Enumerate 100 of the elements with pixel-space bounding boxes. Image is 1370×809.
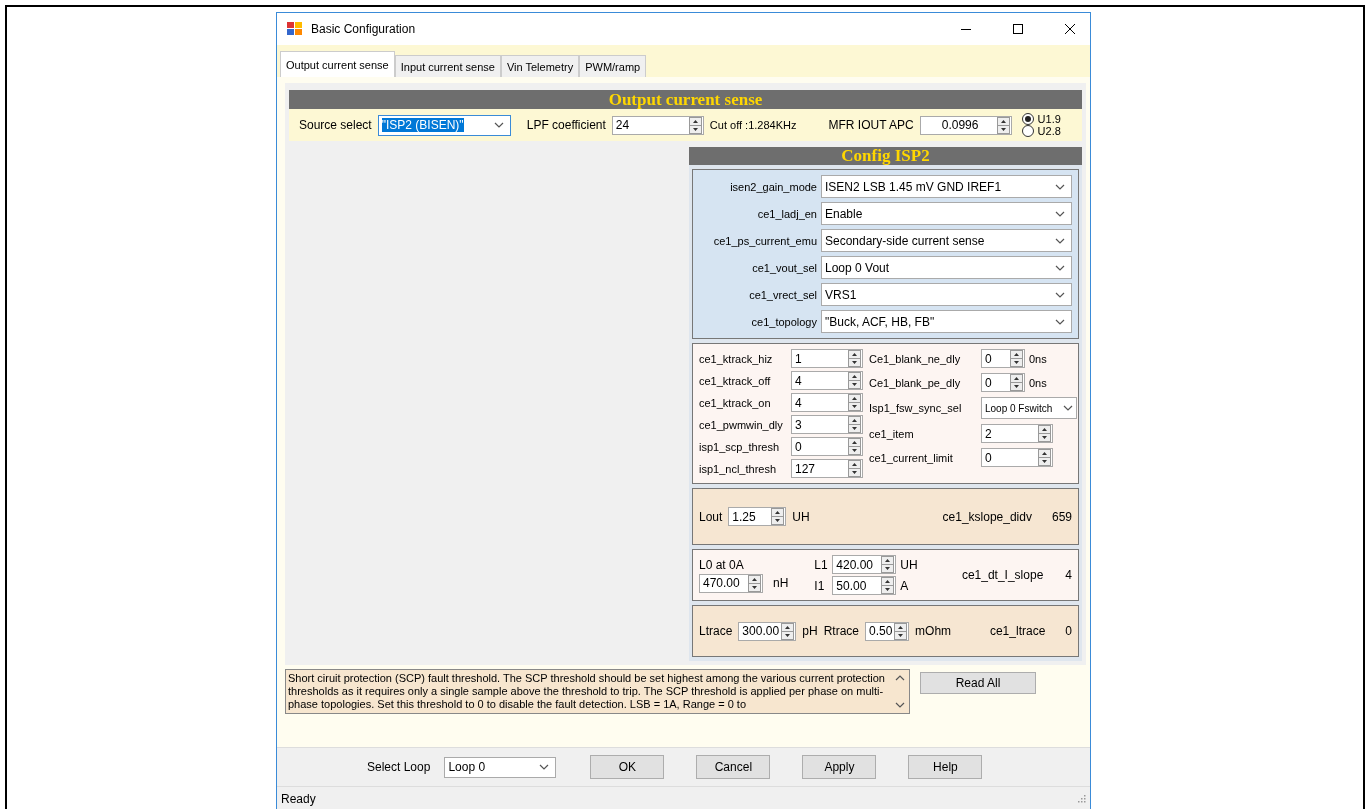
close-icon[interactable] bbox=[1064, 23, 1076, 35]
caret-icon bbox=[539, 764, 550, 770]
tab[interactable]: Input current sense bbox=[394, 55, 501, 77]
radio-option[interactable]: U2.8 bbox=[1021, 125, 1061, 137]
mfr-spin-field[interactable]: 0.0996 bbox=[919, 115, 1012, 135]
caret-icon bbox=[1063, 405, 1073, 411]
spin-field[interactable]: 0 bbox=[791, 437, 863, 456]
spin-arrows-icon[interactable] bbox=[894, 622, 908, 640]
resize-grip-icon[interactable] bbox=[1078, 795, 1086, 803]
result-value: 0 bbox=[1065, 624, 1072, 638]
spin-arrows-icon[interactable] bbox=[688, 116, 702, 134]
field-label: I1 bbox=[814, 578, 826, 593]
field-label: ce1_ktrack_on bbox=[699, 396, 772, 409]
caret-icon bbox=[1055, 318, 1065, 325]
tab[interactable]: Output current sense bbox=[280, 51, 395, 77]
spin-field[interactable]: 50.00 bbox=[832, 576, 897, 595]
status-text: Ready bbox=[281, 792, 316, 806]
field-label: isp1_scp_thresh bbox=[699, 440, 781, 453]
spin-field[interactable]: 0 bbox=[981, 349, 1025, 368]
spin-arrows-icon[interactable] bbox=[848, 372, 861, 389]
spin-field[interactable]: 1 bbox=[791, 349, 863, 368]
spin-field[interactable]: 127 bbox=[791, 459, 863, 478]
field-label: ce1_item bbox=[869, 427, 915, 440]
field-label: Ltrace bbox=[699, 624, 733, 638]
result-label: ce1_dt_I_slope bbox=[961, 568, 1044, 582]
dropdown[interactable]: VRS1 bbox=[821, 283, 1072, 306]
result-label: ce1_kslope_didv bbox=[942, 509, 1032, 524]
source-dropdown[interactable]: "ISP2 (BISEN)" bbox=[377, 114, 511, 136]
field-label: Isp1_fsw_sync_sel bbox=[869, 402, 963, 414]
unit-label: pH bbox=[802, 624, 818, 638]
spin-arrows-icon[interactable] bbox=[848, 350, 861, 367]
spin-arrows-icon[interactable] bbox=[1010, 374, 1023, 391]
dropdown[interactable]: Secondary-side current sense bbox=[821, 229, 1072, 252]
dropdown[interactable]: Loop 0 Vout bbox=[821, 256, 1072, 279]
mfr-label: MFR IOUT APC bbox=[828, 118, 914, 132]
dropdown[interactable]: Enable bbox=[821, 202, 1072, 225]
field-label: ce1_pwmwin_dly bbox=[699, 418, 784, 431]
spin-arrows-icon[interactable] bbox=[996, 116, 1010, 134]
tab[interactable]: Vin Telemetry bbox=[500, 55, 580, 77]
spin-field[interactable]: 300.00 bbox=[738, 621, 797, 641]
spin-arrows-icon[interactable] bbox=[881, 577, 895, 594]
caret-icon bbox=[1055, 291, 1065, 298]
caret-icon bbox=[493, 122, 504, 128]
loop-dropdown[interactable]: Loop 0 bbox=[444, 756, 557, 778]
spin-arrows-icon[interactable] bbox=[1010, 350, 1023, 367]
field-label: isen2_gain_mode bbox=[729, 180, 817, 193]
dialog-button[interactable]: OK bbox=[590, 755, 665, 779]
dialog-button[interactable]: Apply bbox=[802, 755, 877, 779]
spin-arrows-icon[interactable] bbox=[848, 394, 861, 411]
window-title: Basic Configuration bbox=[311, 22, 416, 36]
spin-arrows-icon[interactable] bbox=[848, 416, 861, 433]
caret-icon bbox=[1055, 237, 1065, 244]
unit-label: 0ns bbox=[1029, 352, 1047, 365]
dropdown[interactable]: ISEN2 LSB 1.45 mV GND IREF1 bbox=[821, 175, 1072, 198]
field-label: L1 bbox=[814, 557, 829, 572]
spin-field[interactable]: 1.25 bbox=[728, 507, 787, 526]
config-header: Config ISP2 bbox=[689, 147, 1082, 165]
select-loop-label: Select Loop bbox=[367, 760, 431, 774]
spin-field[interactable]: 0.50 bbox=[865, 621, 910, 641]
spin-arrows-icon[interactable] bbox=[771, 508, 785, 525]
unit-label: UH bbox=[792, 509, 810, 524]
tab[interactable]: PWM/ramp bbox=[579, 55, 647, 77]
read-all-button[interactable]: Read All bbox=[920, 672, 1036, 694]
field-label: Ce1_blank_pe_dly bbox=[869, 376, 962, 389]
maximize-icon[interactable] bbox=[1012, 23, 1024, 35]
spin-field[interactable]: 4 bbox=[791, 371, 863, 390]
lpf-label: LPF coefficient bbox=[526, 118, 606, 132]
radio-icon[interactable] bbox=[1021, 125, 1034, 137]
spin-field[interactable]: 470.00 bbox=[699, 573, 763, 593]
field-label: ce1_ps_current_emu bbox=[712, 234, 817, 247]
spin-field[interactable]: 3 bbox=[791, 415, 863, 434]
field-label: Ce1_blank_ne_dly bbox=[869, 352, 962, 365]
dropdown[interactable]: "Buck, ACF, HB, FB" bbox=[821, 310, 1072, 333]
field-label: ce1_vout_sel bbox=[751, 261, 817, 274]
spin-arrows-icon[interactable] bbox=[848, 438, 861, 455]
field-label: Lout bbox=[699, 509, 723, 524]
description-text: Short ciruit protection (SCP) fault threshold. The SCP threshold should be set highest among the various current protection thresholds as it requires only a single sample above the threshold to trip. The SCP threshold is applied per phase on multi-phase topologies. Set this threshold to 0 to disable the fault detection. LSB = 1A, Range = 0 to bbox=[288, 672, 886, 711]
cutoff-text: Cut off :1.284KHz bbox=[709, 119, 797, 131]
spin-arrows-icon[interactable] bbox=[781, 622, 795, 640]
radio-option[interactable]: U1.9 bbox=[1021, 113, 1061, 125]
caret-icon bbox=[1055, 210, 1065, 217]
spin-arrows-icon[interactable] bbox=[748, 574, 761, 592]
spin-arrows-icon[interactable] bbox=[1038, 425, 1051, 442]
spin-arrows-icon[interactable] bbox=[848, 460, 861, 477]
dialog-button[interactable]: Cancel bbox=[696, 755, 771, 779]
dialog-button[interactable]: Help bbox=[908, 755, 983, 779]
caret-icon bbox=[1055, 183, 1065, 190]
field-label: ce1_topology bbox=[750, 315, 817, 328]
spin-field[interactable]: 4 bbox=[791, 393, 863, 412]
scroll-down-icon[interactable] bbox=[895, 702, 905, 709]
spin-arrows-icon[interactable] bbox=[1038, 449, 1051, 466]
radio-icon[interactable] bbox=[1021, 113, 1034, 125]
spin-field[interactable]: 0 bbox=[981, 373, 1025, 392]
dropdown[interactable]: Loop 0 Fswitch bbox=[981, 397, 1077, 419]
spin-field[interactable]: 2 bbox=[981, 424, 1053, 443]
spin-field[interactable]: 420.00 bbox=[832, 555, 897, 574]
spin-arrows-icon[interactable] bbox=[881, 556, 895, 573]
scroll-up-icon[interactable] bbox=[895, 674, 905, 681]
spin-field[interactable]: 0 bbox=[981, 448, 1053, 467]
spin-field[interactable]: 24 bbox=[611, 115, 704, 135]
